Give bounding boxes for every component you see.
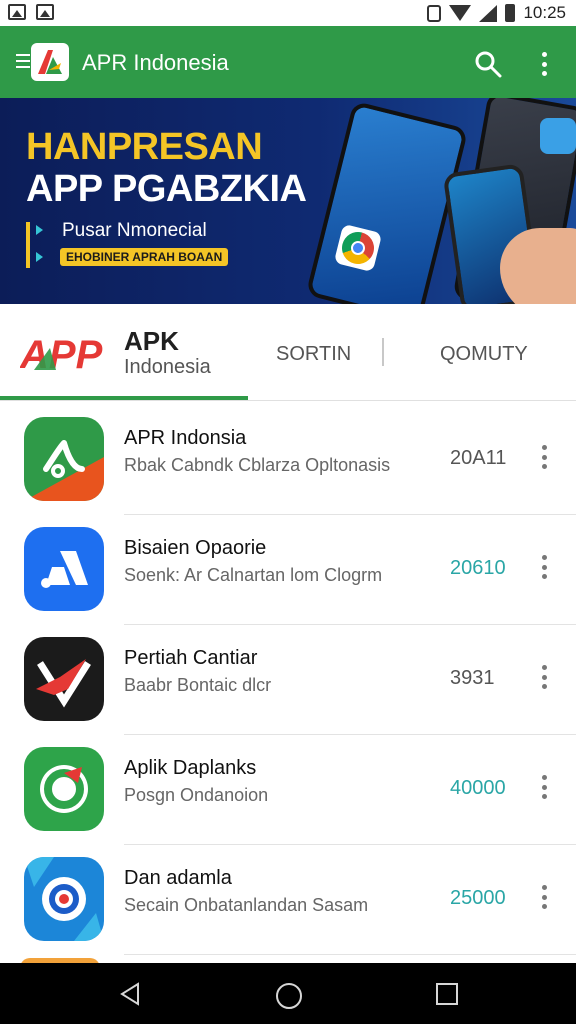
item-more-button[interactable] xyxy=(538,555,550,579)
more-options-button[interactable] xyxy=(536,50,552,78)
phone-illustration xyxy=(305,100,469,304)
app-name: APR Indonsia xyxy=(124,427,247,449)
battery-icon xyxy=(505,4,516,22)
app-count: 40000 xyxy=(450,777,506,799)
wifi-icon xyxy=(449,5,472,21)
system-nav-bar xyxy=(0,963,576,1024)
status-time: 10:25 xyxy=(523,3,566,22)
tab-sortin[interactable]: SORTIN xyxy=(276,343,351,366)
list-item[interactable]: APR Indonsia Rbak Cabndk Cblarza Opltona… xyxy=(0,405,576,515)
item-more-button[interactable] xyxy=(538,775,550,799)
tab-divider xyxy=(382,338,384,366)
arrow-icon xyxy=(36,225,43,235)
red-v-icon xyxy=(24,637,104,721)
recents-button[interactable] xyxy=(436,983,458,1005)
image-notification-icon xyxy=(8,4,26,20)
arrow-icon xyxy=(36,252,43,262)
banner-accent-bar xyxy=(26,222,30,268)
green-g-icon xyxy=(24,747,104,831)
menu-icon xyxy=(16,54,30,72)
back-icon xyxy=(120,982,139,1006)
promo-banner[interactable]: HANPRESAN APP PGABZKIA Pusar Nmonecial E… xyxy=(0,98,576,304)
item-more-button[interactable] xyxy=(538,885,550,909)
banner-title-line2: APP PGABZKIA xyxy=(26,168,307,210)
target-icon xyxy=(24,857,104,941)
brand-logo-text: APP xyxy=(20,333,103,376)
app-title: APR Indonesia xyxy=(82,50,229,75)
app-name: Bisaien Opaorie xyxy=(124,537,267,559)
list-item[interactable]: Pertiah Cantiar Baabr Bontaic dlcr 3931 xyxy=(0,625,576,735)
divider xyxy=(124,954,576,955)
back-button[interactable] xyxy=(118,982,142,1006)
app-count: 3931 xyxy=(450,667,495,689)
brand-name: APK xyxy=(124,326,179,356)
app-bar: APR Indonesia xyxy=(0,26,576,98)
list-item[interactable]: Dan adamla Secain Onbatanlandan Sasam 25… xyxy=(0,845,576,955)
app-description: Baabr Bontaic dlcr xyxy=(124,675,272,695)
vibrate-icon xyxy=(427,4,442,22)
banner-subtitle: Pusar Nmonecial xyxy=(62,220,207,241)
banner-title: HANPRESAN xyxy=(26,126,263,168)
app-description: Rbak Cabndk Cblarza Opltonasis xyxy=(124,455,391,475)
brand-subtitle: Indonesia xyxy=(124,356,211,378)
item-more-button[interactable] xyxy=(538,665,550,689)
signal-icon xyxy=(479,4,498,22)
app-description: Secain Onbatanlandan Sasam xyxy=(124,895,369,915)
app-name: Dan adamla xyxy=(124,867,232,889)
brand-logo[interactable]: APP xyxy=(19,330,112,381)
status-bar: 10:25 xyxy=(0,0,576,26)
banner-badge: EHOBINER APRAH BOAAN xyxy=(60,248,229,266)
active-tab-indicator xyxy=(0,396,248,400)
blue-arrow-icon xyxy=(24,527,104,611)
app-tile-icon xyxy=(540,118,576,154)
app-count: 25000 xyxy=(450,887,506,909)
search-button[interactable] xyxy=(474,50,502,78)
list-item[interactable]: Bisaien Opaorie Soenk: Ar Calnartan lom … xyxy=(0,515,576,625)
app-logo xyxy=(31,43,69,81)
app-description: Posgn Ondanoion xyxy=(124,785,269,805)
green-curve-icon xyxy=(24,417,104,501)
item-more-button[interactable] xyxy=(538,445,550,469)
app-count: 20610 xyxy=(450,557,506,579)
hand-illustration xyxy=(500,228,576,304)
list-item[interactable]: Aplik Daplanks Posgn Ondanoion 40000 xyxy=(0,735,576,845)
app-description: Soenk: Ar Calnartan lom Clogrm xyxy=(124,565,383,585)
menu-button[interactable] xyxy=(16,43,70,83)
search-icon xyxy=(475,51,502,78)
app-count: 20A11 xyxy=(450,447,507,469)
tab-quality[interactable]: QOMUTY xyxy=(440,343,528,366)
app-name: Aplik Daplanks xyxy=(124,757,257,779)
image-notification-icon xyxy=(36,4,54,20)
app-name: Pertiah Cantiar xyxy=(124,647,258,669)
home-button[interactable] xyxy=(276,983,302,1009)
